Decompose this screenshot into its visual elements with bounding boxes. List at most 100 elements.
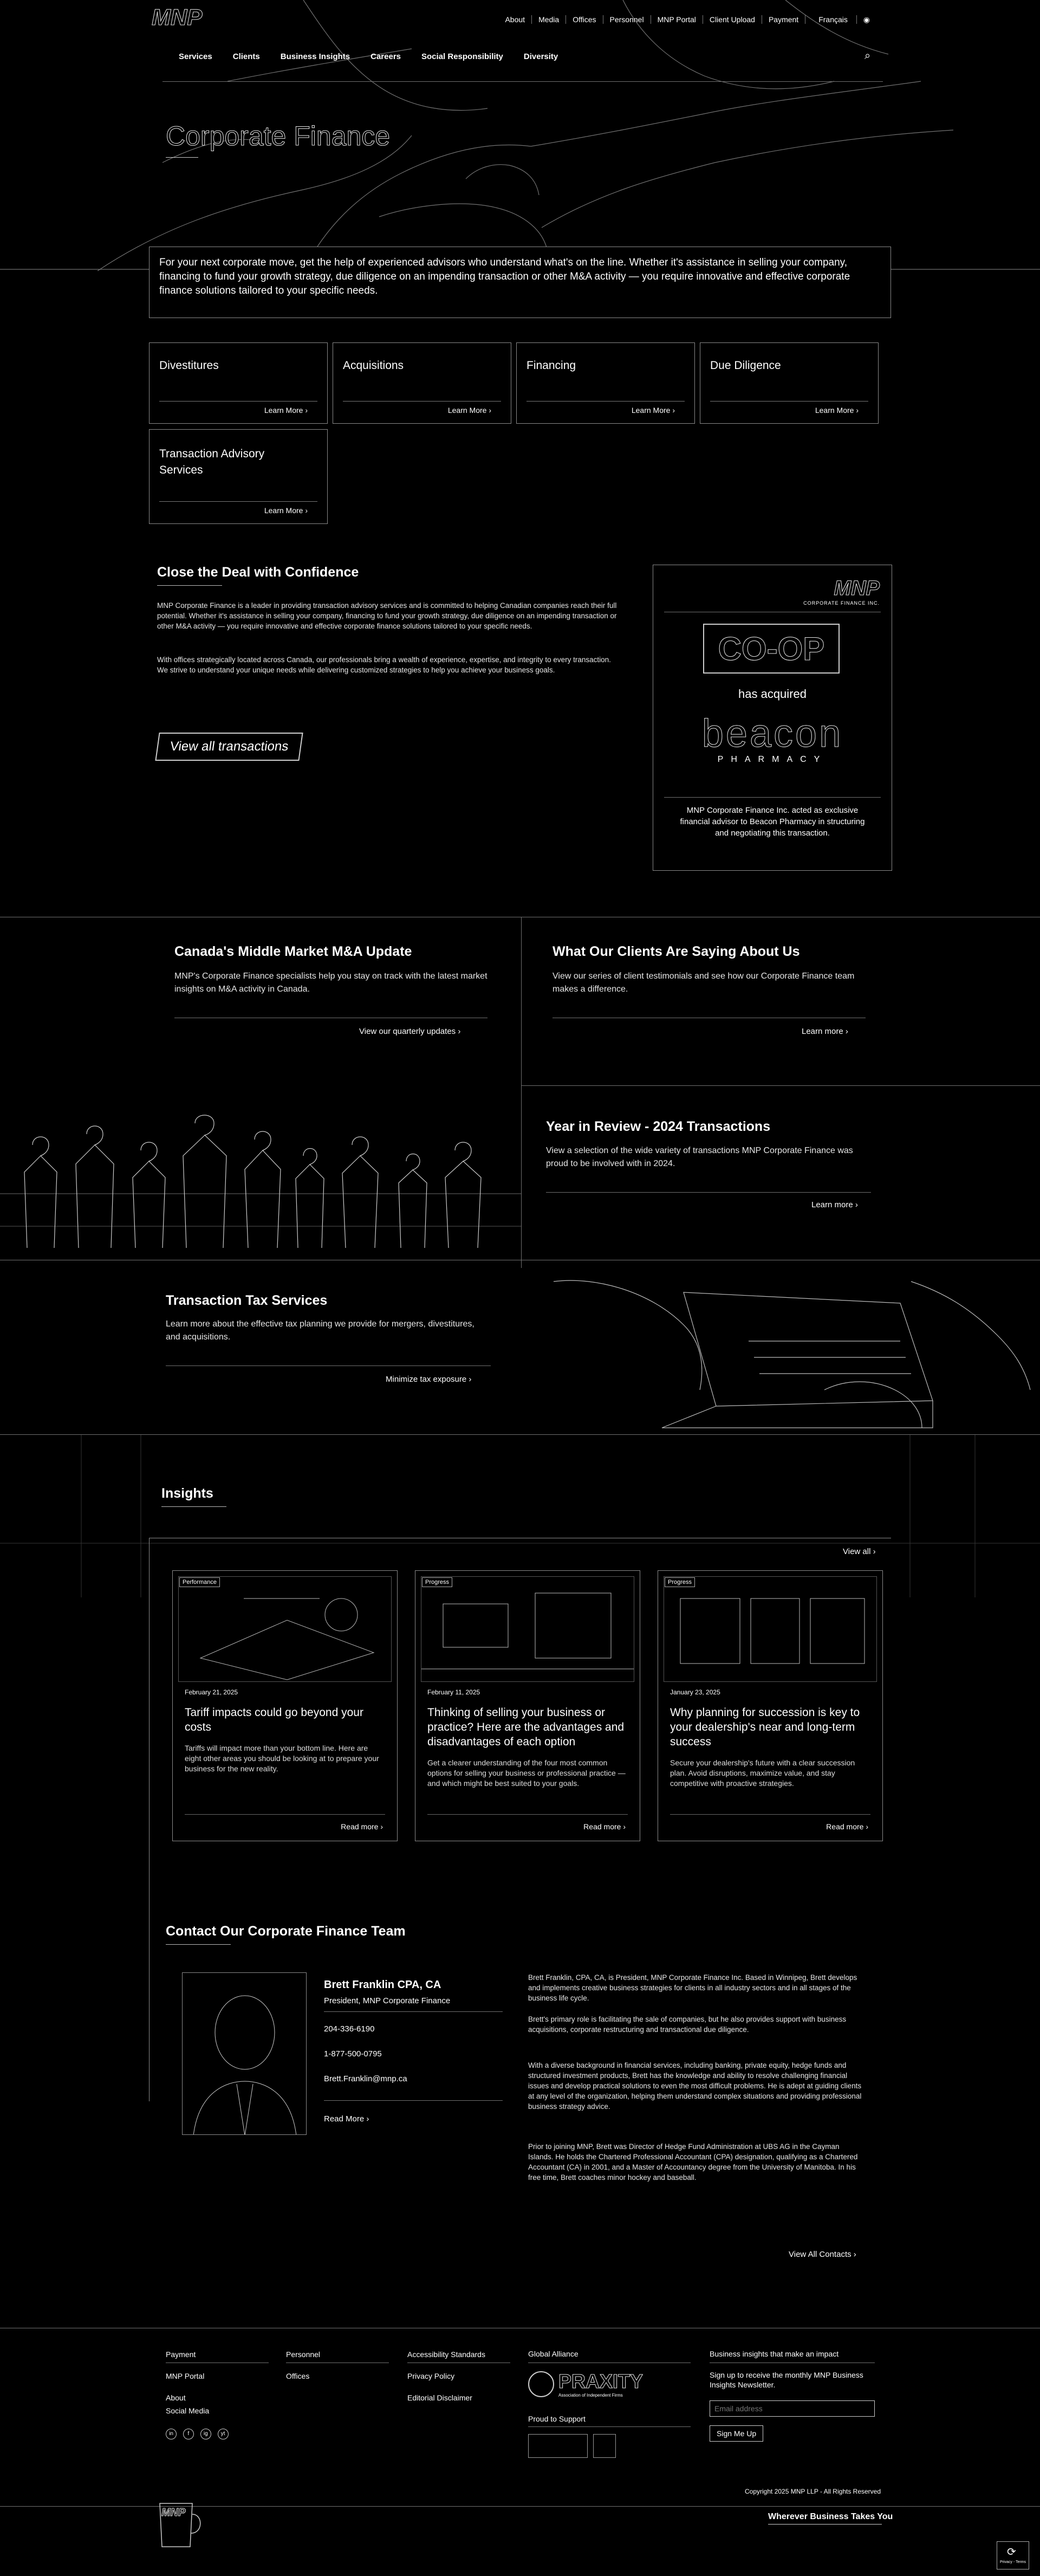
view-all-contacts[interactable]: View All Contacts (789, 2250, 856, 2259)
util-mnp-portal[interactable]: MNP Portal (650, 15, 703, 24)
insight-image-art (199, 1598, 375, 1680)
card-learn-more[interactable]: Learn More (815, 406, 859, 415)
signup-label: Sign Me Up (717, 2429, 757, 2438)
intro-box: For your next corporate move, get the he… (149, 247, 891, 318)
contact-portrait-art (193, 1995, 297, 2134)
mid-market-link[interactable]: View our quarterly updates (359, 1027, 460, 1036)
clients-link[interactable]: Learn more (802, 1027, 848, 1036)
insights-view-all[interactable]: View all (843, 1547, 876, 1556)
recaptcha-icon: ⟳ (1007, 2546, 1016, 2558)
card-title: Due Diligence (710, 359, 781, 372)
proud-rule (528, 2426, 691, 2427)
util-client-upload[interactable]: Client Upload (702, 15, 762, 24)
recaptcha-label: Privacy - Terms (999, 2560, 1026, 2564)
footer-link-disclaimer[interactable]: Editorial Disclaimer (407, 2393, 485, 2403)
mug-logo: MNP (161, 2507, 186, 2519)
newsletter-email-input[interactable] (710, 2400, 875, 2417)
footer-link-personnel[interactable]: Personnel (286, 2350, 320, 2359)
contact-tollfree[interactable]: 1-877-500-0795 (324, 2049, 382, 2059)
footer-link-payment[interactable]: Payment (166, 2350, 233, 2359)
card-learn-more[interactable]: Learn More (448, 406, 491, 415)
promo-vertical-divider (521, 917, 522, 1268)
footer-link-offices[interactable]: Offices (286, 2371, 320, 2381)
view-all-transactions-label: View all transactions (155, 733, 303, 761)
footer-link-privacy[interactable]: Privacy Policy (407, 2371, 485, 2381)
contact-bio-1: Brett Franklin, CPA, CA, is President, M… (528, 1973, 857, 2002)
instagram-icon[interactable]: ig (200, 2429, 211, 2439)
service-card-transaction-advisory[interactable]: Transaction Advisory Services Learn More (149, 429, 328, 524)
newsletter-signup-button[interactable]: Sign Me Up (710, 2425, 764, 2442)
linkedin-icon[interactable]: in (166, 2429, 177, 2439)
util-offices[interactable]: Offices (566, 15, 602, 24)
recaptcha-badge[interactable]: ⟳ Privacy - Terms (997, 2541, 1029, 2569)
contact-email[interactable]: Brett.Franklin@mnp.ca (324, 2074, 407, 2083)
insight-image-3 (664, 1576, 877, 1682)
util-media[interactable]: Media (531, 15, 566, 24)
view-all-transactions-button[interactable]: View all transactions (155, 733, 303, 761)
praxity-logo[interactable]: PRAXITY Association of Independent Firms (528, 2370, 644, 2398)
nav-clients[interactable]: Clients (233, 52, 260, 61)
insight-image-art (421, 1593, 634, 1669)
util-personnel[interactable]: Personnel (602, 15, 651, 24)
global-alliance-label: Global Alliance (528, 2350, 578, 2358)
insight-card-1[interactable]: Performance February 21, 2025 Tariff imp… (172, 1570, 398, 1841)
tax-link[interactable]: Minimize tax exposure (386, 1375, 471, 1384)
year-review-desc: View a selection of the wide variety of … (546, 1146, 853, 1168)
acquirer-logo: CO-OP (703, 624, 840, 674)
service-card-due-diligence[interactable]: Due Diligence Learn More (700, 342, 879, 424)
footer-link-mnp-portal[interactable]: MNP Portal (166, 2371, 233, 2381)
nav-business-insights[interactable]: Business Insights (281, 52, 350, 61)
target-sub: PHARMACY (717, 755, 828, 764)
footer-col-3: Accessibility Standards Privacy Policy E… (407, 2350, 485, 2415)
contact-phone[interactable]: 204-336-6190 (324, 2024, 374, 2034)
footer-link-social-media[interactable]: Social Media (166, 2406, 233, 2416)
mnp-logo[interactable]: MNP (151, 4, 202, 30)
util-language[interactable]: Français ◉ (805, 15, 883, 24)
service-card-financing[interactable]: Financing Learn More (516, 342, 695, 424)
service-card-acquisitions[interactable]: Acquisitions Learn More (333, 342, 511, 424)
tax-desc: Learn more about the effective tax plann… (166, 1319, 474, 1342)
title-underline (166, 157, 198, 158)
nav-careers[interactable]: Careers (370, 52, 401, 61)
copyright: Copyright 2025 MNP LLP - All Rights Rese… (745, 2488, 881, 2495)
insight-card-3[interactable]: Progress January 23, 2025 Why planning f… (658, 1570, 883, 1841)
insight-read-more[interactable]: Read more (341, 1822, 383, 1831)
nav-services[interactable]: Services (179, 52, 212, 61)
intro-text: For your next corporate move, get the he… (159, 257, 850, 296)
insight-divider (670, 1814, 870, 1815)
contact-bio-4: Prior to joining MNP, Brett was Director… (528, 2143, 858, 2182)
insight-title: Tariff impacts could go beyond your cost… (185, 1706, 363, 1733)
insight-read-more[interactable]: Read more (826, 1822, 868, 1831)
util-about[interactable]: About (498, 15, 531, 24)
card-divider (159, 501, 317, 502)
nav-diversity[interactable]: Diversity (524, 52, 558, 61)
insight-divider (185, 1814, 385, 1815)
footer-link-accessibility[interactable]: Accessibility Standards (407, 2350, 485, 2359)
util-payment[interactable]: Payment (761, 15, 805, 24)
footer-col-1: Payment MNP Portal About Social Media in… (166, 2350, 233, 2451)
service-card-divestitures[interactable]: Divestitures Learn More (149, 342, 328, 424)
nav-social-responsibility[interactable]: Social Responsibility (421, 52, 503, 61)
card-learn-more[interactable]: Learn More (632, 406, 675, 415)
year-review-divider (546, 1192, 871, 1193)
search-icon[interactable]: ⌕ (864, 50, 870, 62)
main-nav: Services Clients Business Insights Caree… (179, 52, 558, 61)
praxity-name: PRAXITY (558, 2370, 644, 2393)
card-learn-more[interactable]: Learn More (264, 506, 308, 515)
card-title: Divestitures (159, 359, 219, 372)
language-label: Français (818, 15, 848, 24)
insight-desc: Tariffs will impact more than your botto… (185, 1744, 379, 1773)
footer-link-about[interactable]: About (166, 2393, 233, 2403)
mid-market-desc: MNP's Corporate Finance specialists help… (174, 972, 487, 994)
contact-read-more[interactable]: Read More (324, 2114, 369, 2124)
contact-bio-2: Brett's primary role is facilitating the… (528, 2015, 847, 2034)
insight-tag: Performance (179, 1577, 220, 1587)
youtube-icon[interactable]: yt (217, 2429, 229, 2439)
facebook-icon[interactable]: f (183, 2429, 194, 2439)
insights-title: Insights (161, 1486, 213, 1501)
insight-card-2[interactable]: Progress February 11, 2025 Thinking of s… (415, 1570, 640, 1841)
card-title: Transaction Advisory Services (159, 448, 265, 476)
insight-read-more[interactable]: Read more (583, 1822, 626, 1831)
card-learn-more[interactable]: Learn More (264, 406, 308, 415)
year-review-link[interactable]: Learn more (811, 1200, 858, 1209)
